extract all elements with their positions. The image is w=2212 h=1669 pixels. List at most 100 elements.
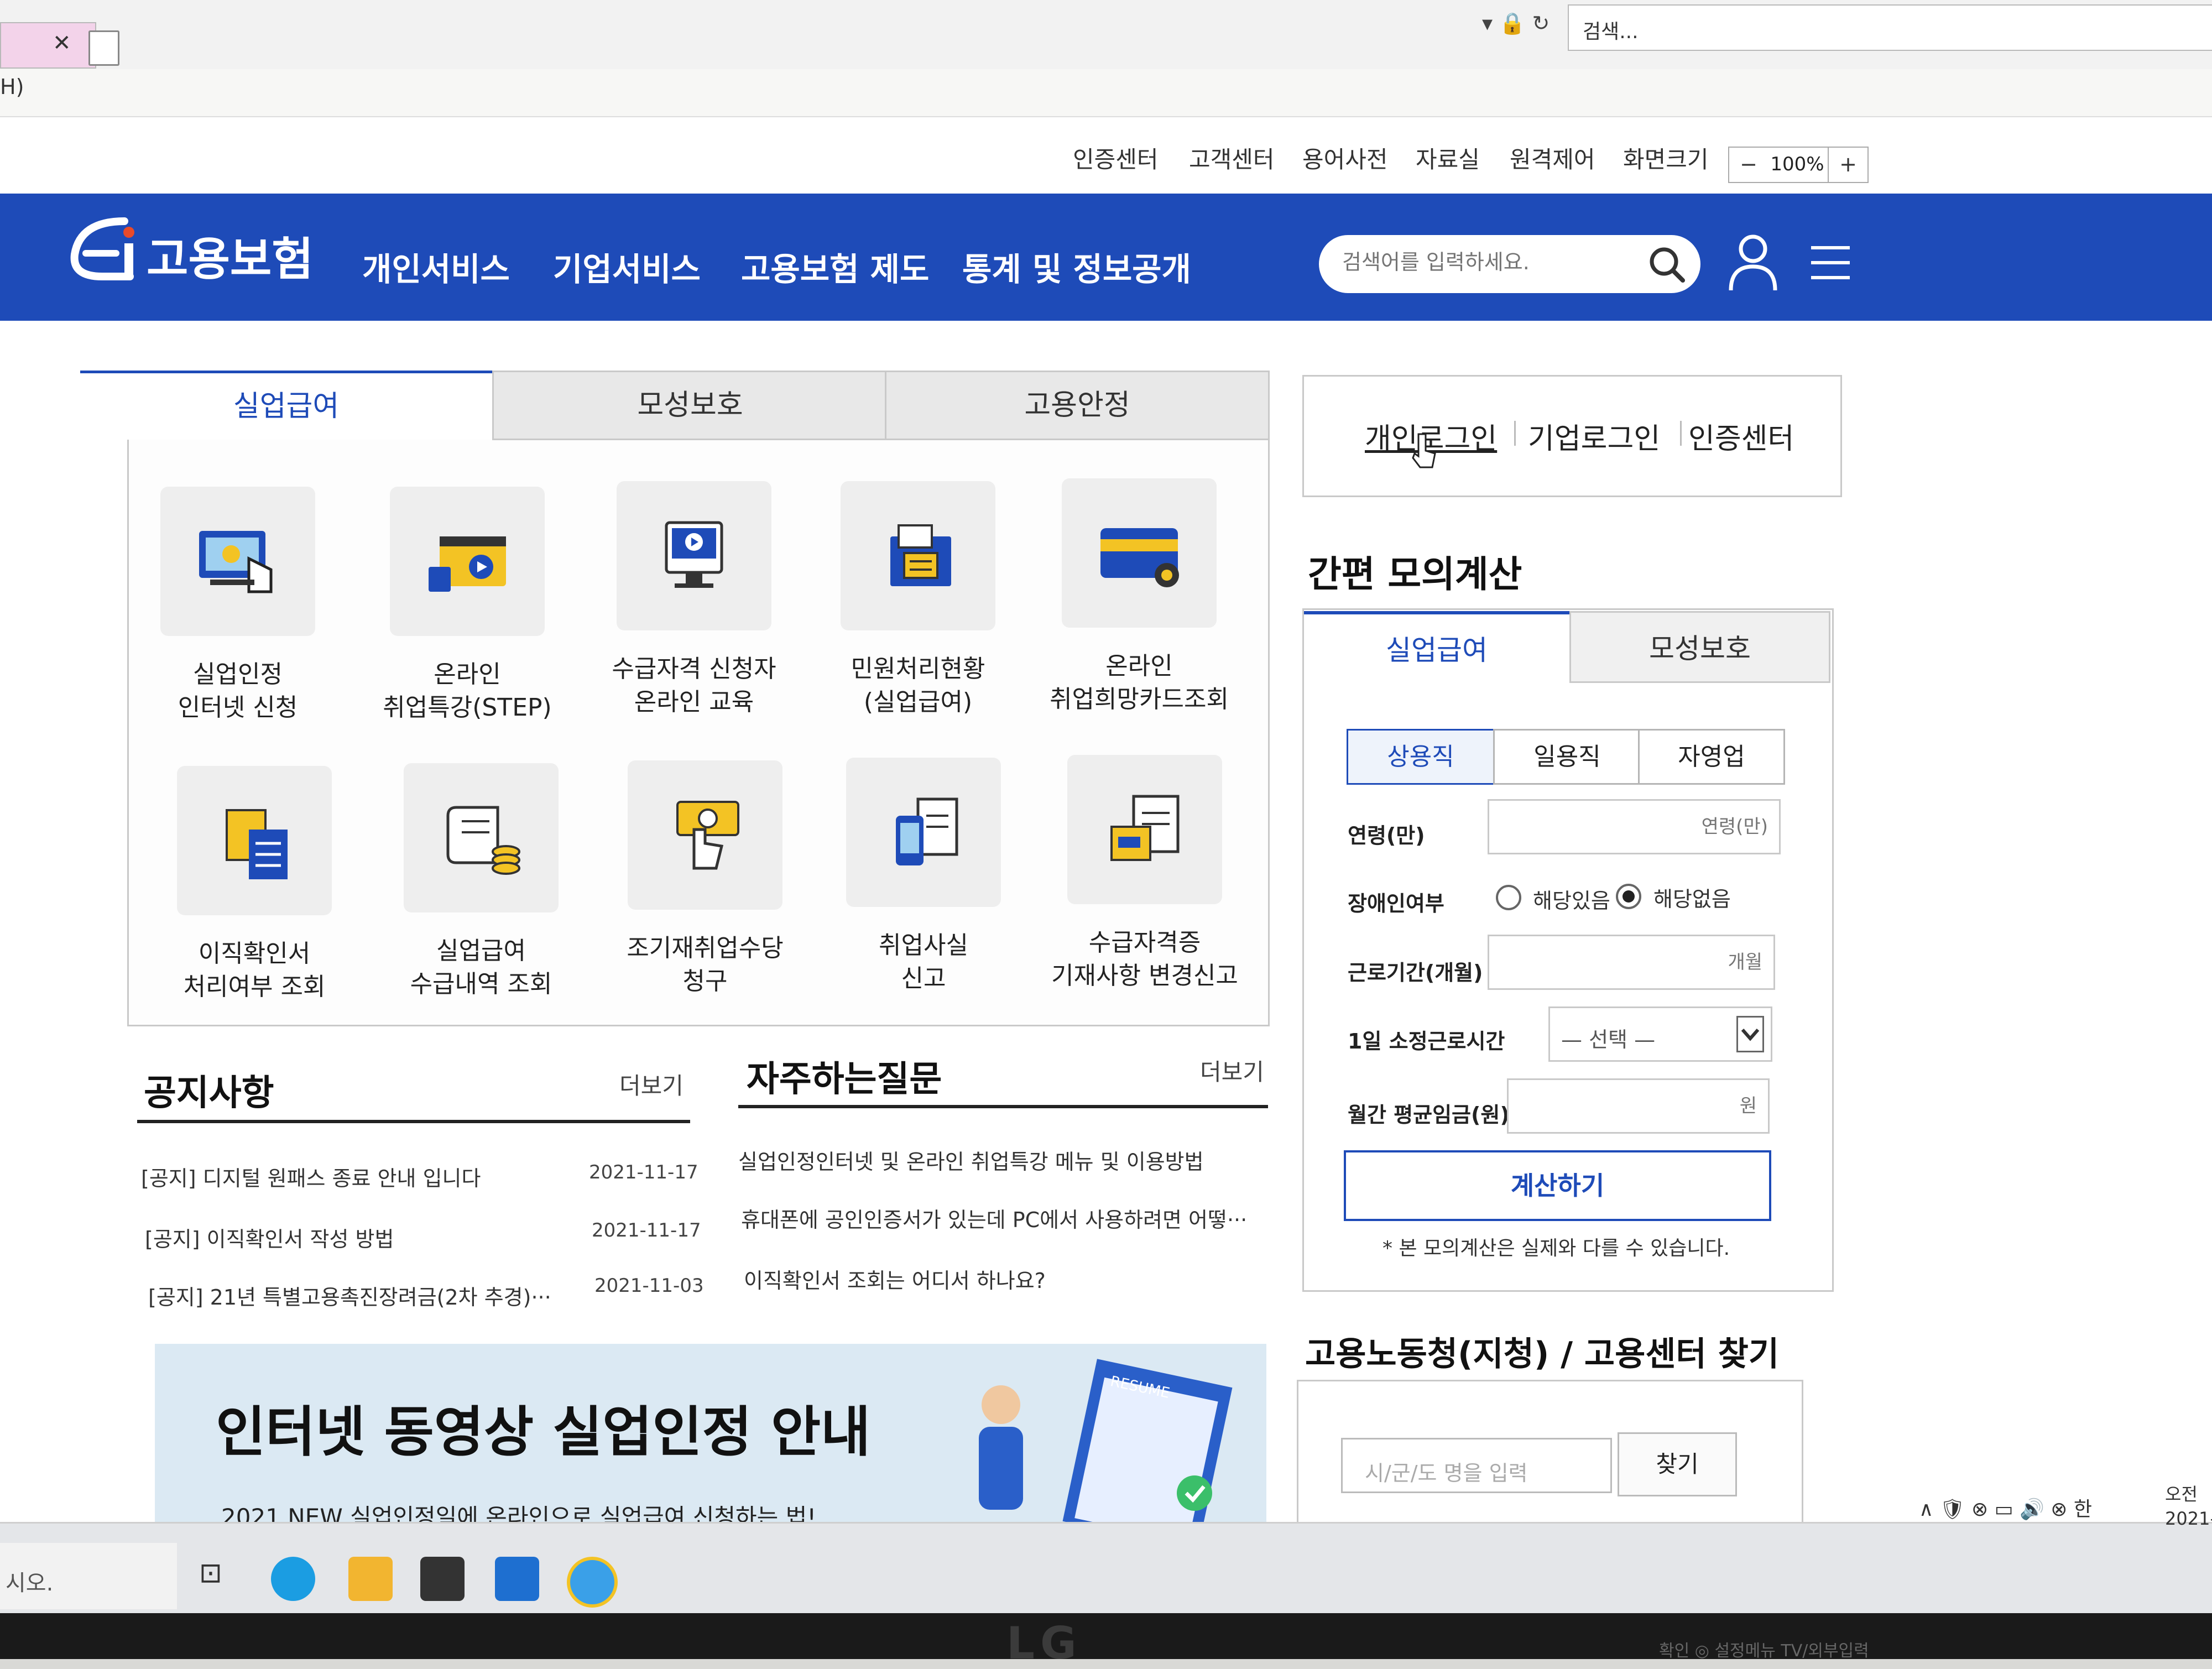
internet-explorer-icon[interactable] <box>567 1557 618 1608</box>
subtab-regular-worker[interactable]: 상용직 <box>1347 729 1495 785</box>
office-find-button[interactable]: 찾기 <box>1618 1432 1737 1496</box>
service-item[interactable]: 수급자격 신청자 온라인 교육 <box>589 481 799 719</box>
menubar-fragment[interactable]: H) <box>0 75 24 99</box>
new-tab-icon[interactable] <box>88 30 119 66</box>
age-label: 연령(만) <box>1348 823 1425 848</box>
util-link-customer-center[interactable]: 고객센터 <box>1189 141 1275 175</box>
nav-statistics[interactable]: 통계 및 정보공개 <box>962 243 1191 290</box>
service-item[interactable]: 수급자격증 기재사항 변경신고 <box>1040 755 1250 993</box>
monitor-brand-logo: LG <box>1006 1618 1082 1669</box>
hand-money-icon <box>628 760 782 910</box>
notice-item[interactable]: [공지] 21년 특별고용촉진장려금(2차 추경)··· <box>148 1280 551 1311</box>
disability-yes-radio[interactable] <box>1496 885 1521 910</box>
util-link-resources[interactable]: 자료실 <box>1416 141 1480 175</box>
subtab-self-employed[interactable]: 자영업 <box>1638 729 1785 785</box>
age-input[interactable] <box>1488 799 1781 854</box>
faq-item[interactable]: 휴대폰에 공인인증서가 있는데 PC에서 사용하려면 어떻··· <box>741 1203 1247 1233</box>
notice-date: 2021-11-03 <box>594 1275 704 1297</box>
office-search-input[interactable]: 시/군/도 명을 입력 <box>1341 1438 1612 1493</box>
taskbar-clock[interactable]: 오전 2021- <box>2165 1482 2212 1531</box>
search-icon[interactable] <box>1645 243 1689 287</box>
logo-mark-icon <box>70 217 134 280</box>
nav-insurance-system[interactable]: 고용보험 제도 <box>741 243 929 290</box>
faq-divider <box>738 1105 1268 1108</box>
taskbar-search[interactable]: 시오. <box>0 1543 177 1609</box>
calculator-note: * 본 모의계산은 실제와 다를 수 있습니다. <box>1383 1237 1730 1260</box>
daily-hours-label: 1일 소정근로시간 <box>1348 1029 1505 1053</box>
util-link-remote-control[interactable]: 원격제어 <box>1510 141 1595 175</box>
service-label: 민원처리현황 (실업급여) <box>851 655 985 716</box>
monitor-button-labels: 확인 ◎ 설정메뉴 TV/외부입력 <box>1659 1641 1869 1661</box>
notice-divider <box>137 1120 690 1123</box>
notice-item[interactable]: [공지] 이직확인서 작성 방법 <box>145 1222 394 1253</box>
disability-no-label: 해당없음 <box>1653 887 1731 911</box>
tab-unemployment-benefits[interactable]: 실업급여 <box>80 371 492 440</box>
tab-employment-stability[interactable]: 고용안정 <box>885 371 1270 440</box>
service-item[interactable]: 취업사실 신고 <box>818 758 1029 995</box>
service-item[interactable]: 온라인 취업특강(STEP) <box>362 487 572 724</box>
video-banner[interactable]: 인터넷 동영상 실업인정 안내 2021 NEW 실업인정일에 온라인으로 실업… <box>155 1344 1266 1526</box>
calculate-button[interactable]: 계산하기 <box>1344 1150 1771 1221</box>
browser-search-box[interactable]: 검색... <box>1568 4 2212 51</box>
util-link-auth-center[interactable]: 인증센터 <box>1073 141 1159 175</box>
task-view-icon[interactable]: ⊡ <box>199 1557 243 1601</box>
office-search-placeholder: 시/군/도 명을 입력 <box>1365 1461 1528 1485</box>
tab-maternity-protection[interactable]: 모성보호 <box>492 371 888 440</box>
calc-tab-unemployment[interactable]: 실업급여 <box>1304 611 1569 686</box>
user-icon[interactable] <box>1725 232 1781 293</box>
mail-icon[interactable] <box>495 1557 539 1601</box>
notice-title: 공지사항 <box>144 1073 274 1114</box>
notice-item[interactable]: [공지] 디지털 원패스 종료 안내 입니다 <box>141 1161 481 1192</box>
calculator-title: 간편 모의계산 <box>1308 553 1522 596</box>
windows-taskbar <box>0 1522 2212 1615</box>
work-period-label: 근로기간(개월) <box>1348 961 1483 985</box>
store-icon[interactable] <box>420 1557 465 1601</box>
service-item[interactable]: 실업급여 수급내역 조회 <box>376 763 586 1001</box>
taskbar-search-text: 시오. <box>6 1571 54 1596</box>
file-explorer-icon[interactable] <box>348 1557 393 1601</box>
faq-item[interactable]: 이직확인서 조회는 어디서 하나요? <box>744 1264 1046 1294</box>
util-link-glossary[interactable]: 용어사전 <box>1302 141 1388 175</box>
service-label: 수급자격 신청자 온라인 교육 <box>612 655 776 716</box>
service-item[interactable]: 조기재취업수당 청구 <box>600 760 810 998</box>
scroll-coins-icon <box>404 763 559 912</box>
browser-tab[interactable] <box>0 22 96 69</box>
browser-search-placeholder: 검색... <box>1583 20 1639 43</box>
faq-item[interactable]: 실업인정인터넷 및 온라인 취업특강 메뉴 및 이용방법 <box>738 1145 1204 1175</box>
business-login-link[interactable]: 기업로그인 <box>1528 415 1660 457</box>
notice-date: 2021-11-17 <box>592 1219 701 1242</box>
nav-personal-services[interactable]: 개인서비스 <box>362 243 510 290</box>
address-bar-icons[interactable]: ▾ 🔒 ↻ <box>1482 11 1550 36</box>
zoom-in-button[interactable]: + <box>1828 147 1869 183</box>
service-item[interactable]: 온라인 취업희망카드조회 <box>1034 478 1244 716</box>
system-tray[interactable]: ∧ 🛡 ⊗ ▭ 🔊 ⊗ 한 <box>1919 1493 2092 1526</box>
calc-tab-maternity[interactable]: 모성보호 <box>1569 611 1830 683</box>
hamburger-menu-icon[interactable] <box>1808 243 1853 282</box>
disability-no-radio[interactable] <box>1616 884 1641 909</box>
nav-business-services[interactable]: 기업서비스 <box>553 243 701 290</box>
clock-date: 2021- <box>2165 1508 2212 1529</box>
notice-more-link[interactable]: 더보기 <box>619 1067 684 1101</box>
documents-icon <box>177 766 332 915</box>
work-period-input[interactable] <box>1488 935 1775 990</box>
service-label: 실업급여 수급내역 조회 <box>410 937 552 998</box>
subtab-daily-worker[interactable]: 일용직 <box>1493 729 1641 785</box>
faq-more-link[interactable]: 더보기 <box>1200 1053 1264 1087</box>
service-item[interactable]: 민원처리현황 (실업급여) <box>813 481 1023 719</box>
site-search-input[interactable] <box>1341 249 1631 275</box>
avg-wage-input[interactable] <box>1507 1078 1770 1134</box>
edge-browser-icon[interactable] <box>271 1557 315 1601</box>
zoom-value: 100% <box>1767 147 1828 183</box>
daily-hours-select[interactable]: — 선택 — <box>1548 1006 1772 1062</box>
service-label: 실업인정 인터넷 신청 <box>178 660 298 722</box>
auth-center-link[interactable]: 인증센터 <box>1688 415 1794 457</box>
close-tab-icon[interactable]: ✕ <box>53 30 71 56</box>
login-separator <box>1514 421 1516 446</box>
daily-hours-selected: — 선택 — <box>1561 1028 1656 1052</box>
service-item[interactable]: 이직확인서 처리여부 조회 <box>149 766 359 1004</box>
service-item[interactable]: 실업인정 인터넷 신청 <box>133 487 343 724</box>
logo-text: 고용보험 <box>147 233 314 286</box>
login-separator <box>1680 421 1682 446</box>
service-label: 온라인 취업특강(STEP) <box>383 660 552 722</box>
zoom-out-button[interactable]: − <box>1728 147 1769 183</box>
